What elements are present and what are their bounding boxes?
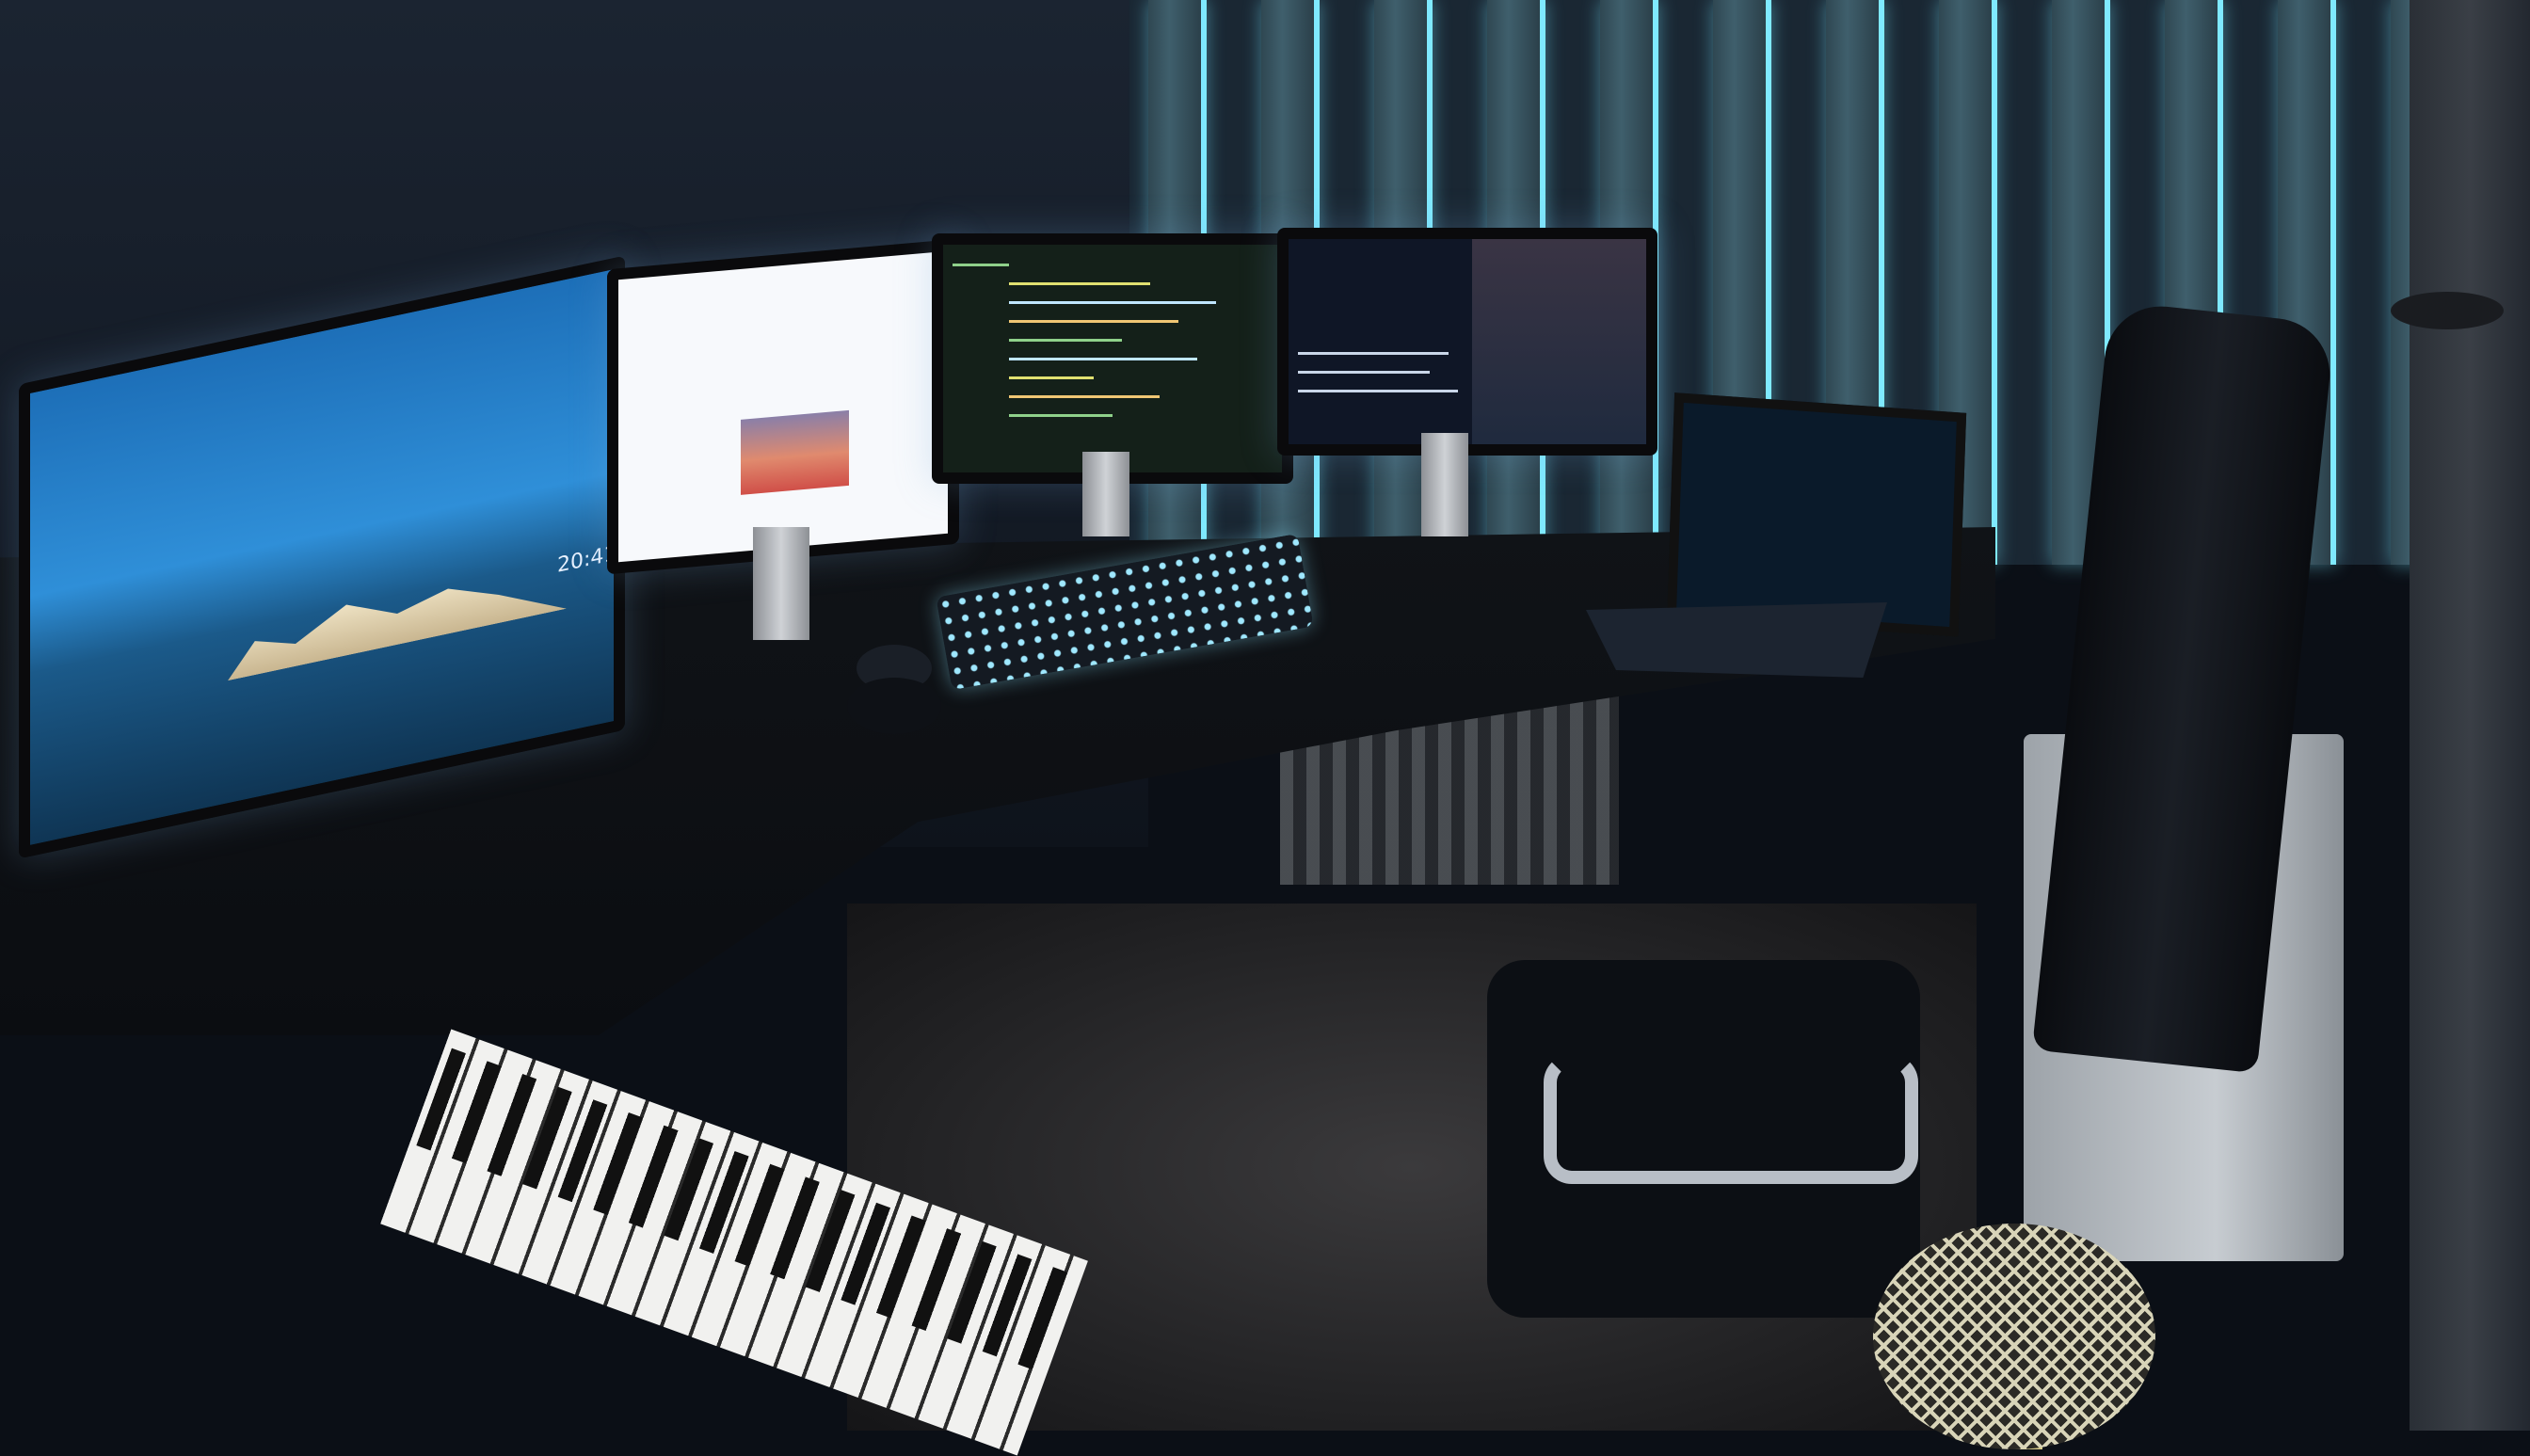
monitor-stand [1421, 433, 1468, 536]
monitor-stand [753, 527, 809, 640]
laptop-screen [1666, 392, 1967, 637]
desktop-wallpaper-city [228, 552, 567, 681]
speaker-puck [847, 678, 941, 734]
monitor-code-editor [932, 233, 1293, 484]
code-line [1298, 371, 1430, 374]
right-wall [2410, 0, 2530, 1431]
code-line [1009, 320, 1178, 323]
monitor-terminals [1277, 228, 1657, 456]
desk-lamp [2391, 292, 2504, 329]
code-line [1009, 282, 1150, 285]
code-line [1298, 352, 1449, 355]
laptop-keyboard [1586, 602, 1887, 678]
desk-fan-grille [1873, 1224, 2155, 1449]
code-line [953, 264, 1009, 266]
code-line [1009, 414, 1113, 417]
code-line [1298, 390, 1458, 392]
monitor-stand [1082, 452, 1129, 536]
code-line [1009, 301, 1216, 304]
code-line [1009, 339, 1122, 342]
code-line [1009, 376, 1094, 379]
code-line [1009, 395, 1160, 398]
office-chair-armrest [1544, 1054, 1918, 1184]
wallpaper-pane [1472, 239, 1646, 444]
image-thumbnail [741, 409, 849, 495]
monitor-white-document [607, 238, 959, 575]
code-line [1009, 358, 1197, 360]
desk-setup-photo: 20:41 [0, 0, 2530, 1456]
